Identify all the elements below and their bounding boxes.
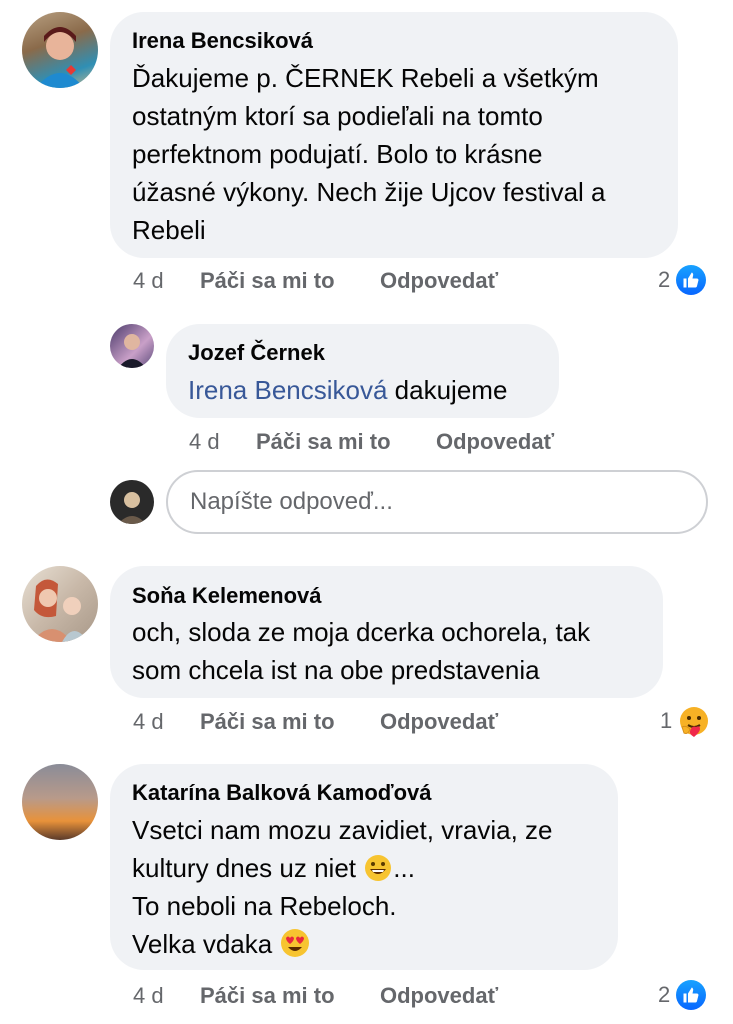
avatar[interactable] (22, 12, 98, 88)
timestamp[interactable]: 4 d (133, 268, 164, 294)
comment-actions: 4 d Páči sa mi to Odpovedať (0, 268, 733, 296)
reply-button[interactable]: Odpovedať (380, 709, 498, 735)
reaction-count: 2 (658, 267, 671, 292)
comment-text-line: To neboli na Rebeloch. (132, 891, 397, 921)
like-icon (676, 980, 707, 1010)
reaction-count: 1 (660, 708, 673, 733)
care-icon (680, 707, 709, 737)
timestamp[interactable]: 4 d (133, 709, 164, 735)
comment-text-line: som chcela ist na obe predstavenia (132, 655, 540, 685)
comment-author[interactable]: Soňa Kelemenová (132, 583, 322, 609)
comment-text-line: úžasné výkony. Nech žije Ujcov festival … (132, 177, 606, 207)
grinning-face-icon (365, 855, 392, 881)
comment-author[interactable]: Irena Bencsiková (132, 28, 313, 54)
reaction-summary[interactable]: 2 (658, 265, 707, 295)
timestamp[interactable]: 4 d (189, 429, 220, 455)
comment-actions: 4 d Páči sa mi to Odpovedať (0, 429, 733, 457)
comment-text-suffix: ... (393, 853, 415, 883)
comment-text-segment: Velka vdaka (132, 929, 273, 959)
avatar-photo (118, 334, 146, 368)
current-user-avatar (110, 480, 154, 524)
avatar[interactable] (22, 764, 98, 840)
comment-text-line: perfektnom podujatí. Bolo to krásne (132, 139, 543, 169)
like-button[interactable]: Páči sa mi to (200, 709, 335, 735)
comment-text-line-2: kultury dnes uz niet ... (132, 849, 415, 887)
comment-text-line: Vsetci nam mozu zavidiet, vravia, ze (132, 815, 553, 845)
comment-text-body: dakujeme (387, 375, 508, 405)
reaction-summary[interactable]: 2 (658, 980, 707, 1010)
reaction-summary[interactable]: 1 (660, 705, 710, 737)
avatar[interactable] (22, 566, 98, 642)
like-icon (676, 265, 707, 295)
reply-button[interactable]: Odpovedať (380, 983, 498, 1009)
avatar[interactable] (110, 324, 154, 368)
heart-eyes-icon (281, 929, 310, 957)
comment-text-line-4: Velka vdaka (132, 925, 311, 963)
like-button[interactable]: Páči sa mi to (200, 268, 335, 294)
comment-actions: 4 d Páči sa mi to Odpovedať (0, 709, 733, 737)
comment-author[interactable]: Katarína Balková Kamoďová (132, 780, 431, 806)
comment-text-line: och, sloda ze moja dcerka ochorela, tak (132, 617, 591, 647)
reaction-count: 2 (658, 982, 671, 1007)
reply-button[interactable]: Odpovedať (436, 429, 554, 455)
comment-text-line: Rebeli (132, 215, 206, 245)
comment-text-line: ostatným ktorí sa podieľali na tomto (132, 101, 543, 131)
comment-actions: 4 d Páči sa mi to Odpovedať (0, 983, 733, 1011)
reply-input[interactable] (166, 470, 708, 534)
comment-text-line: Ďakujeme p. ČERNEK Rebeli a všetkým (132, 63, 599, 93)
like-button[interactable]: Páči sa mi to (256, 429, 391, 455)
comment-text-segment: kultury dnes uz niet (132, 853, 357, 883)
comment-author[interactable]: Jozef Černek (188, 340, 325, 366)
like-button[interactable]: Páči sa mi to (200, 983, 335, 1009)
mention-link[interactable]: Irena Bencsiková (188, 375, 387, 405)
reply-button[interactable]: Odpovedať (380, 268, 498, 294)
avatar-photo (118, 492, 146, 524)
timestamp[interactable]: 4 d (133, 983, 164, 1009)
avatar-photo (32, 579, 88, 642)
comment-text: Irena Bencsiková dakujeme (188, 371, 507, 409)
avatar-photo (36, 27, 84, 88)
